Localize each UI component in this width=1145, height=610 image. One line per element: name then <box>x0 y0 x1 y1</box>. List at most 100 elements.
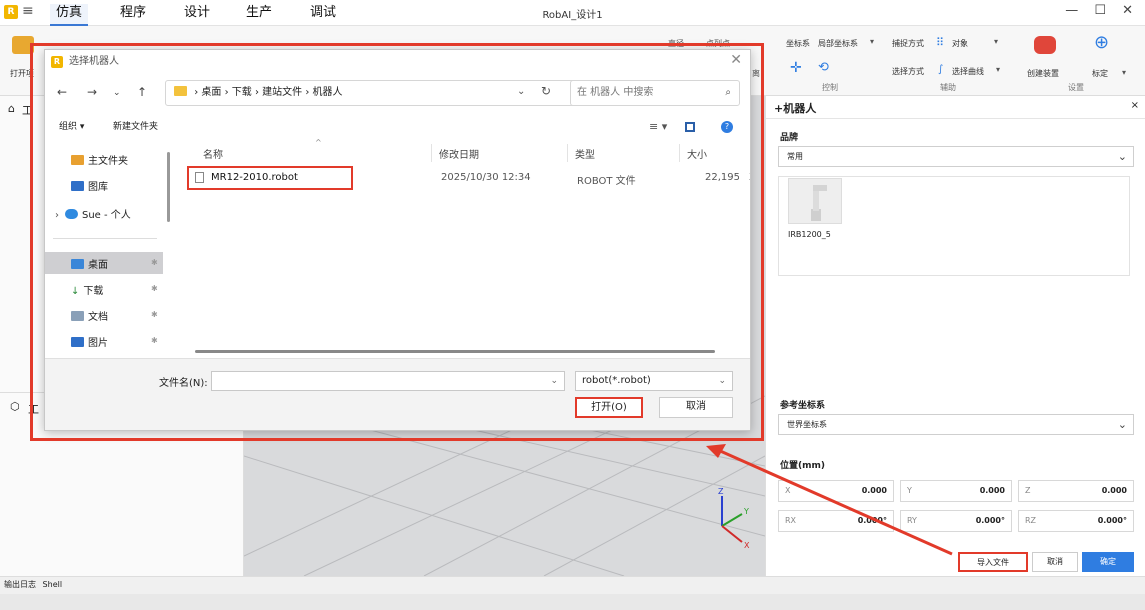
ribbon-frag-distance[interactable]: 离 <box>752 68 760 79</box>
brand-select[interactable]: 常用 ⌄ <box>778 146 1134 167</box>
col-header-name[interactable]: 名称 <box>203 146 223 161</box>
chevron-down-icon[interactable]: ▾ <box>994 37 998 46</box>
svg-text:Y: Y <box>743 507 749 516</box>
file-name[interactable]: MR12-2010.robot <box>211 172 298 183</box>
chevron-down-icon[interactable]: ▾ <box>870 37 874 46</box>
panel-title: +机器人 <box>774 102 817 115</box>
dialog-cancel-button[interactable]: 取消 <box>659 397 733 418</box>
window-title: RobAI_设计1 <box>542 10 603 21</box>
sort-up-icon: ^ <box>315 138 322 147</box>
tab-output-log[interactable]: 输出日志 <box>4 580 36 589</box>
create-device-button[interactable]: 创建装置 <box>1027 68 1059 79</box>
status-bar: 输出日志 Shell <box>0 576 1145 594</box>
pin-icon[interactable]: ✱ <box>151 336 158 345</box>
nav-scrollbar[interactable] <box>167 152 170 222</box>
coord-rx-field[interactable]: RX 0.000° <box>778 510 894 532</box>
nav-item-desktop[interactable]: 桌面 <box>71 256 108 271</box>
nav-item-pictures[interactable]: 图片 <box>71 334 108 349</box>
coord-y-field[interactable]: Y 0.000 <box>900 480 1012 502</box>
coord-x-field[interactable]: X 0.000 <box>778 480 894 502</box>
left-panel-item-1[interactable]: 工 <box>22 102 33 118</box>
nav-item-onedrive[interactable]: › Sue - 个人 <box>55 206 131 221</box>
nav-item-downloads[interactable]: ↓ 下载 <box>71 282 103 297</box>
document-icon <box>71 311 84 321</box>
file-icon <box>195 172 204 183</box>
open-label[interactable]: 打开项 <box>10 68 34 79</box>
tab-shell[interactable]: Shell <box>43 580 63 589</box>
move-icon[interactable]: ✛ <box>790 60 802 76</box>
filename-input[interactable]: ⌄ <box>211 371 565 391</box>
cancel-button[interactable]: 取消 <box>1032 552 1078 572</box>
preview-pane-icon[interactable] <box>685 122 695 132</box>
chevron-down-icon: ⌄ <box>718 376 726 386</box>
col-header-size[interactable]: 大小 <box>687 146 707 161</box>
organize-menu[interactable]: 组织 ▾ <box>59 116 84 138</box>
breadcrumb-desktop[interactable]: 桌面 <box>201 87 221 98</box>
ref-frame-value: 世界坐标系 <box>787 420 827 429</box>
coord-z-field[interactable]: Z 0.000 <box>1018 480 1134 502</box>
chevron-down-icon[interactable]: ⌄ <box>517 86 525 97</box>
forward-icon[interactable]: → <box>87 85 97 99</box>
back-icon[interactable]: ← <box>57 85 67 99</box>
breadcrumb-site-files[interactable]: 建站文件 <box>262 87 302 98</box>
pin-icon[interactable]: ✱ <box>151 284 158 293</box>
chevron-down-icon: ⌄ <box>1117 150 1127 163</box>
ribbon-frag-line[interactable]: 直径 <box>668 38 684 49</box>
chevron-down-icon[interactable]: ▾ <box>1122 68 1126 77</box>
select-robot-dialog: R 选择机器人 ✕ ← → ⌄ ↑ › 桌面 › 下载 › 建站文件 › 机器人… <box>44 49 751 431</box>
chevron-down-icon[interactable]: ⌄ <box>113 88 121 98</box>
close-icon[interactable]: × <box>1131 100 1139 111</box>
capture-mode-select[interactable]: 对象 <box>952 38 968 49</box>
import-file-button[interactable]: 导入文件 <box>958 552 1028 572</box>
chevron-down-icon[interactable]: ▾ <box>996 65 1000 74</box>
file-type: ROBOT 文件 <box>577 176 636 187</box>
nav-item-documents[interactable]: 文档 <box>71 308 108 323</box>
rotate-icon[interactable]: ⟲ <box>818 60 829 75</box>
left-panel-item-2[interactable]: 工 <box>28 401 39 417</box>
chevron-down-icon: ⌄ <box>550 376 558 386</box>
new-folder-button[interactable]: 新建文件夹 <box>113 116 158 138</box>
coord-rz-field[interactable]: RZ 0.000° <box>1018 510 1134 532</box>
pin-icon[interactable]: ✱ <box>151 258 158 267</box>
open-button[interactable]: 打开(O) <box>575 397 643 418</box>
horizontal-scrollbar[interactable] <box>195 350 715 353</box>
download-icon: ↓ <box>71 286 80 297</box>
window-controls[interactable]: — ☐ ✕ <box>1065 3 1139 18</box>
select-mode-select[interactable]: 选择曲线 <box>952 66 984 77</box>
filename-label: 文件名(N): <box>159 378 208 389</box>
coord-system-select[interactable]: 局部坐标系 <box>818 38 858 49</box>
target-icon[interactable]: ⊕ <box>1094 32 1109 53</box>
robot-card[interactable] <box>788 178 842 224</box>
ref-frame-select[interactable]: 世界坐标系 ⌄ <box>778 414 1134 435</box>
help-icon[interactable]: ? <box>721 121 733 133</box>
pin-icon[interactable]: ✱ <box>151 310 158 319</box>
nav-item-gallery[interactable]: 图库 <box>71 178 108 193</box>
ribbon-frag-point[interactable]: 点列点 <box>706 38 730 49</box>
title-bar: R ≡ 仿真 程序 设计 生产 调试 RobAI_设计1 — ☐ ✕ <box>0 0 1145 26</box>
search-input[interactable]: 在 机器人 中搜索 ⌕ <box>570 80 740 106</box>
robot-arm-icon <box>811 185 827 221</box>
coord-ry-field[interactable]: RY 0.000° <box>900 510 1012 532</box>
svg-text:X: X <box>744 541 750 550</box>
calibrate-button[interactable]: 标定 <box>1092 68 1108 79</box>
nav-item-home[interactable]: 主文件夹 <box>71 152 128 167</box>
folder-icon <box>174 86 187 96</box>
view-icon[interactable]: ≡ ▾ <box>649 116 667 138</box>
breadcrumb-downloads[interactable]: 下载 <box>232 87 252 98</box>
breadcrumb-robots[interactable]: 机器人 <box>313 87 343 98</box>
curve-icon: ∫ <box>938 64 944 75</box>
col-header-type[interactable]: 类型 <box>575 146 595 161</box>
file-date: 2025/10/30 12:34 <box>441 172 531 183</box>
grid-icon: ⠿ <box>936 36 945 49</box>
device-icon[interactable] <box>1034 36 1056 54</box>
file-type-filter[interactable]: robot(*.robot) ⌄ <box>575 371 733 391</box>
dialog-toolbar: 组织 ▾ 新建文件夹 ≡ ▾ ? <box>45 116 750 138</box>
search-icon: ⌕ <box>725 87 731 98</box>
ok-button[interactable]: 确定 <box>1082 552 1134 572</box>
col-header-date[interactable]: 修改日期 <box>439 146 479 161</box>
up-icon[interactable]: ↑ <box>137 85 147 99</box>
refresh-icon[interactable]: ↻ <box>541 84 551 98</box>
dialog-footer: 文件名(N): ⌄ robot(*.robot) ⌄ 打开(O) 取消 <box>45 358 750 430</box>
open-folder-icon[interactable] <box>12 36 34 54</box>
close-icon[interactable]: ✕ <box>730 52 742 68</box>
